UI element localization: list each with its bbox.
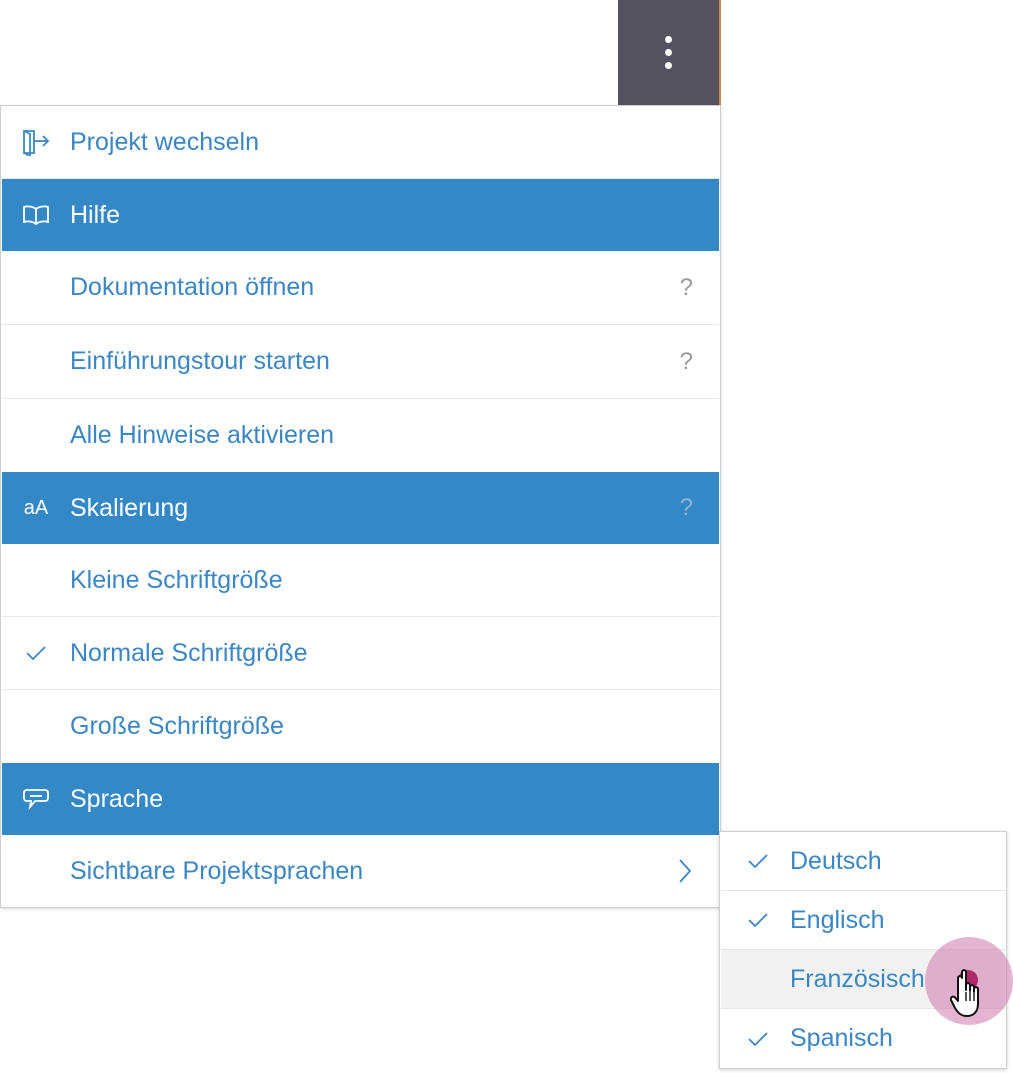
help-section-header: Hilfe <box>2 179 719 251</box>
language-option-label: Französisch <box>790 964 925 993</box>
checkmark-icon <box>20 637 52 669</box>
chevron-right-icon <box>675 857 695 885</box>
language-option-label: Spanisch <box>790 1024 893 1052</box>
enable-hints-label: Alle Hinweise aktivieren <box>70 421 335 449</box>
switch-project-label: Projekt wechseln <box>70 127 259 156</box>
language-section-header: Sprache <box>2 763 719 835</box>
language-option-label: Englisch <box>790 905 885 934</box>
checkmark-icon <box>747 909 769 931</box>
main-menu: Projekt wechseln Hilfe Dokumentation öff… <box>0 105 721 908</box>
normal-font-item[interactable]: Normale Schriftgröße <box>2 617 719 690</box>
large-font-item[interactable]: Große Schriftgröße <box>2 690 719 763</box>
book-icon <box>20 199 52 231</box>
question-mark-icon[interactable]: ? <box>680 348 693 376</box>
enable-hints-item[interactable]: Alle Hinweise aktivieren <box>2 399 719 472</box>
question-mark-icon[interactable]: ? <box>680 494 693 522</box>
small-font-label: Kleine Schriftgröße <box>70 565 283 594</box>
open-documentation-item[interactable]: Dokumentation öffnen ? <box>2 251 719 325</box>
open-documentation-label: Dokumentation öffnen <box>70 273 315 301</box>
scaling-section-title: Skalierung <box>70 493 189 522</box>
hand-pointer-icon <box>950 969 979 1017</box>
exit-door-icon <box>20 126 52 158</box>
speech-bubble-icon <box>20 783 52 815</box>
checkmark-icon <box>747 1028 769 1050</box>
kebab-vertical-icon <box>665 36 672 69</box>
font-size-icon: aA <box>23 496 49 519</box>
language-option-german[interactable]: Deutsch <box>721 832 1005 891</box>
start-tour-item[interactable]: Einführungstour starten ? <box>2 325 719 399</box>
scaling-section-header: aA Skalierung ? <box>2 472 719 544</box>
help-section-title: Hilfe <box>70 200 121 229</box>
more-options-button[interactable] <box>618 0 721 105</box>
language-option-label: Deutsch <box>790 846 882 875</box>
checkmark-icon <box>747 850 769 872</box>
visible-languages-item[interactable]: Sichtbare Projektsprachen <box>2 835 719 907</box>
large-font-label: Große Schriftgröße <box>70 712 284 740</box>
switch-project-item[interactable]: Projekt wechseln <box>2 106 719 179</box>
language-section-title: Sprache <box>70 784 164 813</box>
visible-languages-label: Sichtbare Projektsprachen <box>70 856 364 885</box>
normal-font-label: Normale Schriftgröße <box>70 638 308 667</box>
small-font-item[interactable]: Kleine Schriftgröße <box>2 544 719 617</box>
start-tour-label: Einführungstour starten <box>70 347 330 375</box>
question-mark-icon[interactable]: ? <box>680 274 693 302</box>
